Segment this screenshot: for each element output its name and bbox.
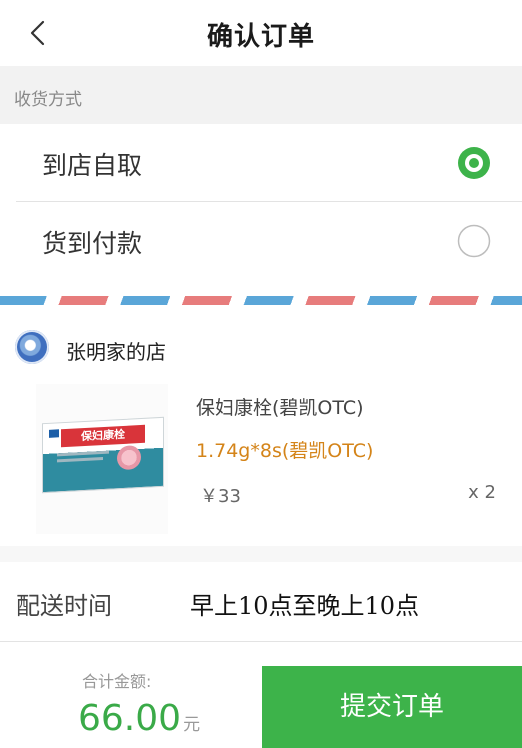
option-store-pickup-label: 到店自取 bbox=[42, 151, 143, 180]
total-amount-value: 66.00 bbox=[78, 698, 182, 739]
delivery-time-value: 早上10点至晚上10点 bbox=[190, 592, 420, 620]
receipt-method-section-header: 收货方式 bbox=[0, 66, 522, 124]
brand-logo-mark bbox=[49, 429, 59, 438]
section-gap bbox=[0, 282, 522, 296]
delivery-time-row[interactable]: 配送时间 早上10点至晚上10点 bbox=[0, 562, 522, 642]
section-gap bbox=[0, 546, 522, 562]
airmail-stripe-divider bbox=[0, 296, 522, 305]
product-name: 保妇康栓(碧凯OTC) bbox=[196, 397, 364, 419]
product-spec: 1.74g*8s(碧凯OTC) bbox=[196, 440, 374, 462]
radio-selected-icon[interactable] bbox=[457, 146, 491, 180]
page-title: 确认订单 bbox=[206, 22, 315, 52]
receipt-method-label: 收货方式 bbox=[14, 90, 82, 110]
box-label: 保妇康栓 bbox=[61, 424, 145, 448]
total-amount: 66.00 元 bbox=[78, 698, 200, 739]
box-text-line bbox=[57, 450, 109, 457]
top-bar: 确认订单 bbox=[0, 0, 522, 66]
checkout-footer: 合计金额: 66.00 元 提交订单 bbox=[0, 642, 522, 748]
delivery-time-label: 配送时间 bbox=[16, 592, 112, 620]
product-quantity: x 2 bbox=[468, 482, 496, 503]
total-label: 合计金额: bbox=[82, 672, 152, 691]
store-name: 张明家的店 bbox=[66, 340, 166, 364]
submit-order-button[interactable]: 提交订单 bbox=[262, 666, 522, 748]
product-image: 保妇康栓 bbox=[36, 384, 168, 534]
flower-graphic bbox=[117, 445, 141, 471]
box-text-line bbox=[57, 457, 103, 463]
medicine-box-illustration: 保妇康栓 bbox=[42, 416, 164, 494]
radio-unselected-icon[interactable] bbox=[457, 224, 491, 258]
currency-unit: 元 bbox=[183, 715, 201, 735]
product-price: ￥33 bbox=[200, 486, 241, 507]
option-cash-on-delivery[interactable]: 货到付款 bbox=[0, 202, 522, 280]
option-store-pickup[interactable]: 到店自取 bbox=[0, 124, 522, 202]
option-cash-on-delivery-label: 货到付款 bbox=[42, 229, 143, 258]
store-header: 张明家的店 bbox=[0, 322, 522, 374]
store-avatar bbox=[15, 330, 49, 364]
product-item[interactable]: 保妇康栓 保妇康栓(碧凯OTC) 1.74g*8s(碧凯OTC) ￥33 x 2 bbox=[0, 380, 522, 546]
